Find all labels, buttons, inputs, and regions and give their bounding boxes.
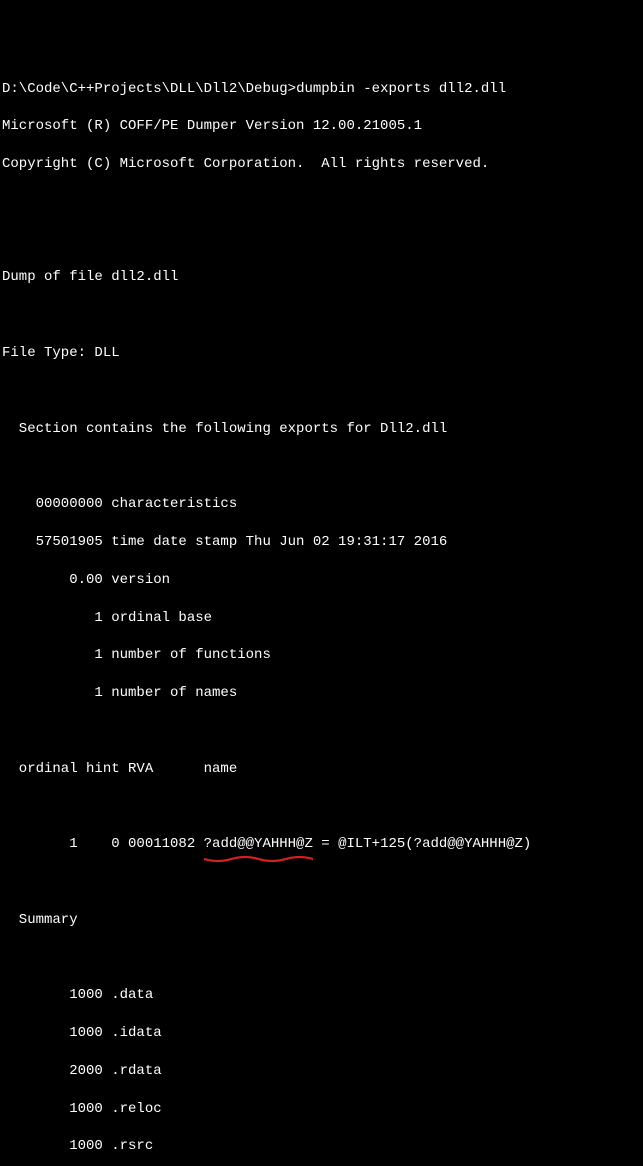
export-table-row: 1 0 00011082 ?add@@YAHHH@Z = @ILT+125(?a… — [2, 835, 641, 854]
summary-row: 1000 .idata — [2, 1024, 641, 1043]
blank — [2, 382, 641, 401]
export-timestamp: 57501905 time date stamp Thu Jun 02 19:3… — [2, 533, 641, 552]
summary-row: 2000 .rdata — [2, 1062, 641, 1081]
dump-file-line: Dump of file dll2.dll — [2, 268, 641, 287]
blank — [2, 722, 641, 741]
export-num-names: 1 number of names — [2, 684, 641, 703]
blank — [2, 797, 641, 816]
blank — [2, 306, 641, 325]
header-line-2: Copyright (C) Microsoft Corporation. All… — [2, 155, 641, 174]
prompt-line[interactable]: D:\Code\C++Projects\DLL\Dll2\Debug>dumpb… — [2, 80, 641, 99]
blank — [2, 231, 641, 250]
export-characteristics: 00000000 characteristics — [2, 495, 641, 514]
prompt-command: dumpbin -exports dll2.dll — [296, 81, 506, 97]
blank — [2, 457, 641, 476]
mangled-name: ?add@@YAHHH@Z — [204, 835, 313, 854]
row-suffix: = @ILT+125(?add@@YAHHH@Z) — [313, 836, 531, 852]
summary-title: Summary — [2, 911, 641, 930]
export-ordinal-base: 1 ordinal base — [2, 609, 641, 628]
file-type-line: File Type: DLL — [2, 344, 641, 363]
export-version: 0.00 version — [2, 571, 641, 590]
blank — [2, 193, 641, 212]
summary-row: 1000 .reloc — [2, 1100, 641, 1119]
export-num-functions: 1 number of functions — [2, 646, 641, 665]
row-prefix: 1 0 00011082 — [2, 836, 204, 852]
summary-row: 1000 .rsrc — [2, 1137, 641, 1156]
prompt-path: D:\Code\C++Projects\DLL\Dll2\Debug> — [2, 81, 296, 97]
export-table-header: ordinal hint RVA name — [2, 760, 641, 779]
summary-row: 1000 .data — [2, 986, 641, 1005]
section-line: Section contains the following exports f… — [2, 420, 641, 439]
blank — [2, 873, 641, 892]
blank — [2, 949, 641, 968]
annotation-underline-icon — [204, 852, 313, 860]
header-line-1: Microsoft (R) COFF/PE Dumper Version 12.… — [2, 117, 641, 136]
